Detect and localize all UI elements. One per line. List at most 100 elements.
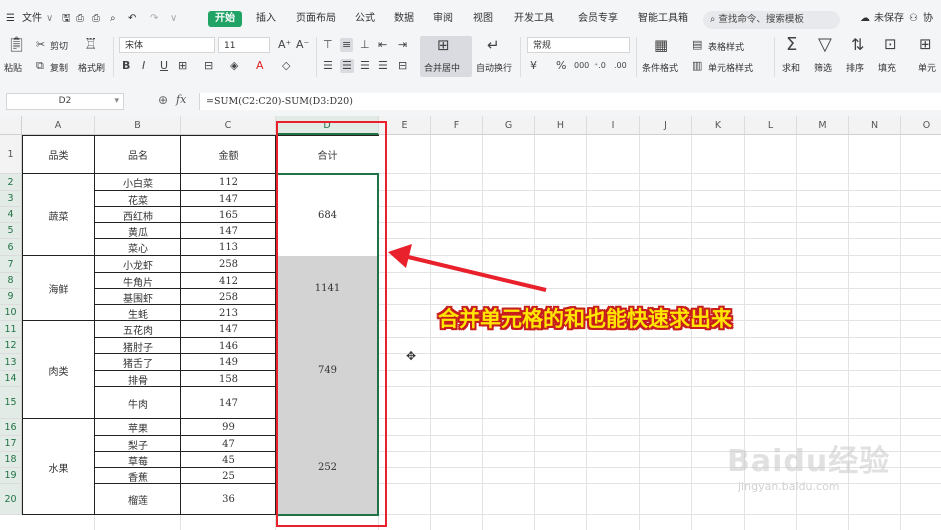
tab-review[interactable]: 审阅 bbox=[433, 0, 453, 33]
item-name-cell[interactable]: 梨子 bbox=[95, 436, 181, 452]
item-name-cell[interactable]: 牛角片 bbox=[95, 273, 181, 289]
category-merged-cell[interactable]: 蔬菜 bbox=[22, 174, 95, 256]
row-header-6[interactable]: 6 bbox=[0, 239, 22, 256]
copy-button[interactable]: 复制 bbox=[50, 61, 68, 74]
item-name-cell[interactable]: 香蕉 bbox=[95, 468, 181, 484]
amount-cell[interactable]: 149 bbox=[181, 354, 276, 371]
cell-style-button[interactable]: 单元格样式 bbox=[708, 61, 753, 74]
fill-icon[interactable]: ⊡ bbox=[884, 37, 897, 52]
bold-icon[interactable]: B bbox=[122, 60, 130, 72]
amount-cell[interactable]: 412 bbox=[181, 273, 276, 289]
item-name-cell[interactable]: 牛肉 bbox=[95, 387, 181, 419]
align-center-icon[interactable]: ☰ bbox=[340, 59, 354, 73]
thousands-icon[interactable]: 000 bbox=[574, 60, 589, 72]
save-icon[interactable]: 🖫 bbox=[62, 0, 71, 33]
font-color-icon[interactable]: A bbox=[256, 60, 264, 72]
row-header-15[interactable]: 15 bbox=[0, 387, 22, 419]
currency-icon[interactable]: ¥ bbox=[530, 60, 537, 72]
table-style-icon[interactable]: ▤ bbox=[692, 39, 702, 51]
header-cell-category[interactable]: 品类 bbox=[22, 135, 95, 174]
column-header-c[interactable]: C bbox=[181, 116, 276, 135]
align-right-icon[interactable]: ☰ bbox=[360, 60, 370, 72]
row-header-16[interactable]: 16 bbox=[0, 419, 22, 436]
align-bottom-icon[interactable]: ⊥ bbox=[360, 39, 370, 51]
amount-cell[interactable]: 36 bbox=[181, 484, 276, 515]
filter-icon[interactable]: ▽ bbox=[818, 36, 832, 54]
paste-icon[interactable]: 📋︎ bbox=[7, 37, 26, 52]
copy-icon[interactable]: ⧉ bbox=[36, 60, 44, 72]
amount-cell[interactable]: 213 bbox=[181, 305, 276, 321]
menu-file[interactable]: 文件 bbox=[22, 0, 42, 33]
justify-icon[interactable]: ☰ bbox=[378, 60, 388, 72]
row-header-10[interactable]: 10 bbox=[0, 305, 22, 321]
amount-cell[interactable]: 45 bbox=[181, 452, 276, 468]
conditional-format-icon[interactable]: ▦ bbox=[654, 38, 668, 53]
format-painter-icon[interactable]: ♖ bbox=[84, 37, 97, 52]
item-name-cell[interactable]: 猪舌了 bbox=[95, 354, 181, 371]
amount-cell[interactable]: 165 bbox=[181, 207, 276, 223]
category-merged-cell[interactable]: 海鲜 bbox=[22, 256, 95, 321]
redo-icon[interactable]: ↷ bbox=[150, 0, 158, 33]
command-search-box[interactable]: ⌕ 查找命令、搜索模板 bbox=[703, 11, 840, 29]
row-header-7[interactable]: 7 bbox=[0, 256, 22, 273]
fill-color-icon[interactable]: ◈ bbox=[230, 60, 238, 72]
collaborate-label[interactable]: 协 bbox=[923, 0, 933, 33]
amount-cell[interactable]: 99 bbox=[181, 419, 276, 436]
cloud-sync-icon[interactable]: ☁ bbox=[860, 0, 870, 33]
column-header-f[interactable]: F bbox=[431, 116, 483, 135]
number-format-select[interactable]: 常规 bbox=[527, 37, 630, 53]
tab-view[interactable]: 视图 bbox=[473, 0, 493, 33]
amount-cell[interactable]: 258 bbox=[181, 256, 276, 273]
header-cell-amount[interactable]: 金额 bbox=[181, 135, 276, 174]
row-header-18[interactable]: 18 bbox=[0, 452, 22, 468]
item-name-cell[interactable]: 草莓 bbox=[95, 452, 181, 468]
sum-icon[interactable]: Σ bbox=[786, 36, 797, 54]
cut-button[interactable]: 剪切 bbox=[50, 39, 68, 52]
percent-icon[interactable]: % bbox=[556, 60, 566, 72]
row-header-19[interactable]: 19 bbox=[0, 468, 22, 484]
underline-icon[interactable]: U bbox=[160, 60, 168, 72]
wrap-text-button[interactable]: 自动换行 bbox=[476, 61, 512, 74]
amount-cell[interactable]: 25 bbox=[181, 468, 276, 484]
quick-access-dropdown-icon[interactable]: ∨ bbox=[170, 0, 177, 33]
cell-button[interactable]: 单元 bbox=[918, 61, 936, 74]
column-header-a[interactable]: A bbox=[22, 116, 95, 135]
amount-cell[interactable]: 47 bbox=[181, 436, 276, 452]
column-header-b[interactable]: B bbox=[95, 116, 181, 135]
filter-button[interactable]: 筛选 bbox=[814, 61, 832, 74]
align-left-icon[interactable]: ☰ bbox=[323, 60, 333, 72]
category-merged-cell[interactable]: 肉类 bbox=[22, 321, 95, 419]
fx-insert-function-icon[interactable]: fx bbox=[176, 93, 186, 106]
column-header-i[interactable]: I bbox=[587, 116, 640, 135]
column-header-k[interactable]: K bbox=[692, 116, 745, 135]
tab-formulas[interactable]: 公式 bbox=[355, 0, 375, 33]
align-top-icon[interactable]: ⊤ bbox=[323, 39, 333, 51]
item-name-cell[interactable]: 猪肘子 bbox=[95, 338, 181, 354]
row-header-9[interactable]: 9 bbox=[0, 289, 22, 305]
amount-cell[interactable]: 113 bbox=[181, 239, 276, 256]
unsaved-status[interactable]: 未保存 bbox=[874, 0, 904, 33]
sort-icon[interactable]: ⇅ bbox=[851, 37, 864, 53]
paste-button[interactable]: 粘贴 bbox=[4, 61, 22, 74]
border-icon[interactable]: ⊞ bbox=[178, 60, 187, 72]
print-preview-icon[interactable]: ⌕ bbox=[110, 0, 116, 33]
row-header-12[interactable]: 12 bbox=[0, 338, 22, 354]
column-header-j[interactable]: J bbox=[640, 116, 692, 135]
indent-decrease-icon[interactable]: ⇤ bbox=[378, 39, 387, 51]
column-header-g[interactable]: G bbox=[483, 116, 535, 135]
cell-icon[interactable]: ⊞ bbox=[919, 37, 932, 52]
amount-cell[interactable]: 147 bbox=[181, 191, 276, 207]
clear-format-icon[interactable]: ◇ bbox=[282, 60, 290, 72]
column-header-l[interactable]: L bbox=[745, 116, 797, 135]
item-name-cell[interactable]: 菜心 bbox=[95, 239, 181, 256]
font-name-select[interactable]: 宋体 bbox=[119, 37, 215, 53]
fill-button[interactable]: 填充 bbox=[878, 61, 896, 74]
tab-member[interactable]: 会员专享 bbox=[578, 0, 618, 33]
item-name-cell[interactable]: 小龙虾 bbox=[95, 256, 181, 273]
table-style-button[interactable]: 表格样式 bbox=[708, 40, 744, 53]
hamburger-menu-icon[interactable]: ☰ bbox=[6, 0, 15, 33]
collaborate-icon[interactable]: ⚇ bbox=[909, 0, 918, 33]
tab-data[interactable]: 数据 bbox=[394, 0, 414, 33]
border-style-icon[interactable]: ⊟ bbox=[204, 60, 213, 72]
row-header-1[interactable]: 1 bbox=[0, 135, 22, 174]
